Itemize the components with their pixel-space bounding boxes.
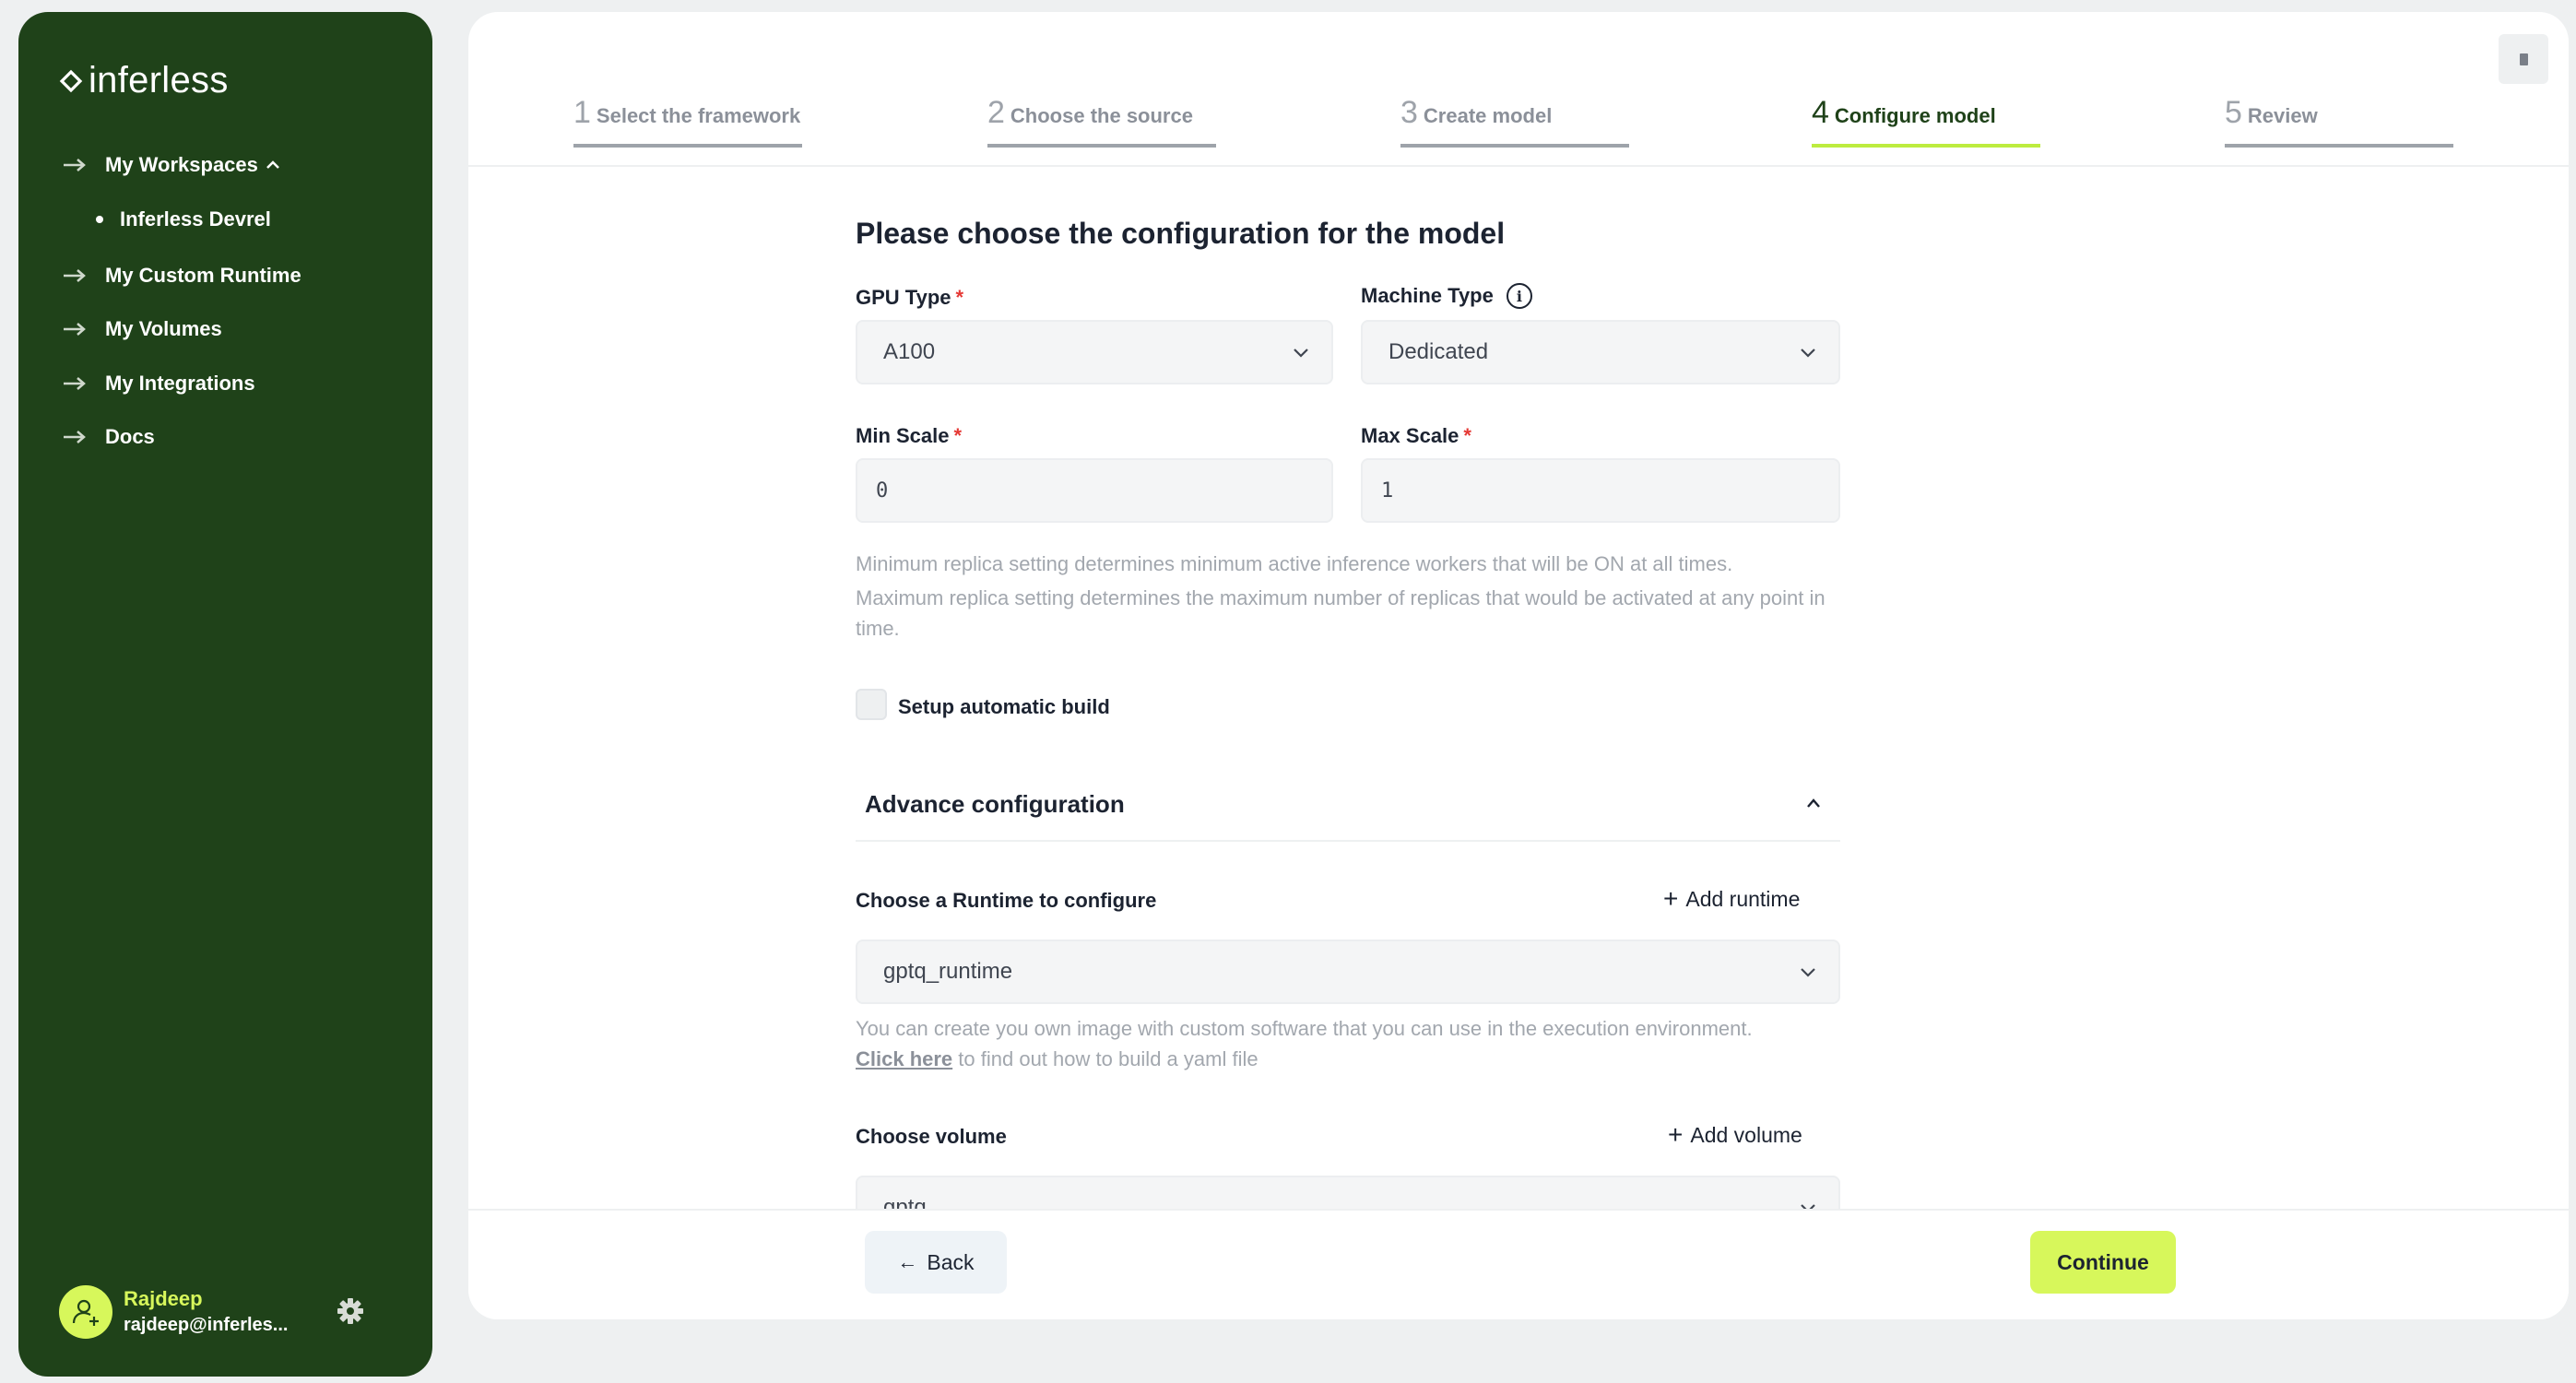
min-scale-input[interactable]: 0 xyxy=(856,458,1333,523)
gpu-type-select[interactable]: A100 xyxy=(856,320,1333,384)
runtime-select[interactable]: gptq_runtime xyxy=(856,940,1840,1004)
machine-type-select[interactable]: Dedicated xyxy=(1361,320,1840,384)
machine-type-label-text: Machine Type xyxy=(1361,284,1494,307)
gear-icon[interactable] xyxy=(336,1296,365,1326)
add-volume-button[interactable]: + Add volume xyxy=(1668,1120,1802,1150)
step-number: 5 xyxy=(2225,95,2242,130)
step-label: Review xyxy=(2247,104,2318,127)
required-marker: * xyxy=(955,286,964,309)
sidebar-item-integrations[interactable]: My Integrations xyxy=(63,372,255,396)
auto-build-checkbox[interactable] xyxy=(856,689,887,720)
sidebar-item-label: My Workspaces xyxy=(105,153,258,176)
chevron-up-icon xyxy=(1807,798,1820,808)
runtime-value: gptq_runtime xyxy=(883,959,1013,984)
step-number: 2 xyxy=(987,95,1005,130)
advance-config-toggle[interactable]: Advance configuration xyxy=(856,768,1840,842)
step-select-framework[interactable]: 1 Select the framework xyxy=(573,95,802,148)
min-scale-value: 0 xyxy=(876,479,889,502)
main-panel: 1 Select the framework 2 Choose the sour… xyxy=(468,12,2569,1319)
max-scale-value: 1 xyxy=(1381,479,1394,502)
sidebar-item-label: Docs xyxy=(105,425,155,448)
gpu-type-label-text: GPU Type xyxy=(856,286,951,309)
runtime-help-text: You can create you own image with custom… xyxy=(856,1013,1840,1074)
max-scale-label: Max Scale * xyxy=(1361,424,1471,448)
runtime-help: You can create you own image with custom… xyxy=(856,1017,1753,1040)
user-email: rajdeep@inferles... xyxy=(124,1315,289,1335)
gpu-type-label: GPU Type * xyxy=(856,286,963,310)
step-label: Configure model xyxy=(1834,104,1996,127)
step-number: 3 xyxy=(1400,95,1418,130)
step-number: 1 xyxy=(573,95,591,130)
max-scale-label-text: Max Scale xyxy=(1361,424,1459,447)
click-here-link[interactable]: Click here xyxy=(856,1047,952,1070)
machine-type-value: Dedicated xyxy=(1388,339,1489,364)
step-label: Create model xyxy=(1423,104,1553,127)
back-label: Back xyxy=(927,1249,975,1274)
advance-config-title: Advance configuration xyxy=(865,790,1125,818)
continue-button[interactable]: Continue xyxy=(2030,1231,2176,1294)
sidebar-item-label: My Volumes xyxy=(105,317,222,340)
max-scale-input[interactable]: 1 xyxy=(1361,458,1840,523)
logo-mark-icon xyxy=(59,69,83,92)
min-scale-label: Min Scale * xyxy=(856,424,962,448)
arrow-right-icon xyxy=(64,431,86,443)
min-scale-label-text: Min Scale xyxy=(856,424,950,447)
plus-icon: + xyxy=(1668,1120,1684,1149)
plus-icon: + xyxy=(1663,884,1679,913)
volume-label: Choose volume xyxy=(856,1125,1007,1148)
step-number: 4 xyxy=(1812,95,1829,130)
scale-help-max: Maximum replica setting determines the m… xyxy=(856,586,1826,640)
add-runtime-button[interactable]: + Add runtime xyxy=(1663,884,1800,914)
logo-text: inferless xyxy=(89,60,229,100)
sidebar-item-label: My Integrations xyxy=(105,372,255,395)
arrow-right-icon xyxy=(64,323,86,336)
required-marker: * xyxy=(953,424,963,447)
gpu-type-value: A100 xyxy=(883,339,936,364)
sidebar-item-label: My Custom Runtime xyxy=(105,264,301,287)
arrow-right-icon xyxy=(64,377,86,390)
sidebar-item-volumes[interactable]: My Volumes xyxy=(63,317,222,341)
sidebar-item-custom-runtime[interactable]: My Custom Runtime xyxy=(63,264,301,288)
scale-help-text: Minimum replica setting determines minim… xyxy=(856,549,1840,644)
bullet-icon xyxy=(96,216,103,223)
info-icon[interactable]: i xyxy=(1506,283,1532,309)
step-configure-model[interactable]: 4 Configure model xyxy=(1812,95,2040,148)
sidebar-item-workspaces[interactable]: My Workspaces xyxy=(63,153,280,177)
avatar xyxy=(59,1285,112,1339)
arrow-right-icon xyxy=(64,159,86,171)
step-choose-source[interactable]: 2 Choose the source xyxy=(987,95,1216,148)
chevron-down-icon xyxy=(1801,968,1815,977)
add-volume-label: Add volume xyxy=(1690,1122,1802,1147)
sidebar-item-docs[interactable]: Docs xyxy=(63,425,155,449)
user-name: Rajdeep xyxy=(124,1287,203,1310)
sidebar-item-label: Inferless Devrel xyxy=(120,207,271,230)
add-runtime-label: Add runtime xyxy=(1685,886,1801,911)
runtime-label: Choose a Runtime to configure xyxy=(856,889,1157,912)
runtime-help-tail: to find out how to build a yaml file xyxy=(952,1047,1258,1070)
user-profile[interactable]: Rajdeep rajdeep@inferles... xyxy=(59,1285,288,1339)
machine-type-label: Machine Type i xyxy=(1361,283,1532,309)
step-review[interactable]: 5 Review xyxy=(2225,95,2453,148)
chevron-down-icon xyxy=(1801,349,1815,358)
arrow-right-icon xyxy=(64,269,86,282)
chevron-up-icon xyxy=(266,160,279,169)
required-marker: * xyxy=(1463,424,1471,447)
sidebar: inferless My Workspaces Inferless Devrel… xyxy=(18,12,432,1377)
sidebar-item-inferless-devrel[interactable]: Inferless Devrel xyxy=(96,207,271,231)
arrow-left-icon: ← xyxy=(897,1250,918,1273)
footer-bar: ← Back Continue xyxy=(468,1209,2569,1319)
step-label: Select the framework xyxy=(596,104,801,127)
chevron-down-icon xyxy=(1294,349,1308,358)
step-label: Choose the source xyxy=(1010,104,1193,127)
stepper: 1 Select the framework 2 Choose the sour… xyxy=(468,12,2569,167)
inferless-logo[interactable]: inferless xyxy=(59,60,229,101)
auto-build-label: Setup automatic build xyxy=(898,695,1110,718)
page-title: Please choose the configuration for the … xyxy=(856,217,1506,250)
step-create-model[interactable]: 3 Create model xyxy=(1400,95,1629,148)
back-button[interactable]: ← Back xyxy=(865,1231,1007,1294)
scale-help-min: Minimum replica setting determines minim… xyxy=(856,552,1733,575)
user-add-icon xyxy=(72,1299,99,1326)
